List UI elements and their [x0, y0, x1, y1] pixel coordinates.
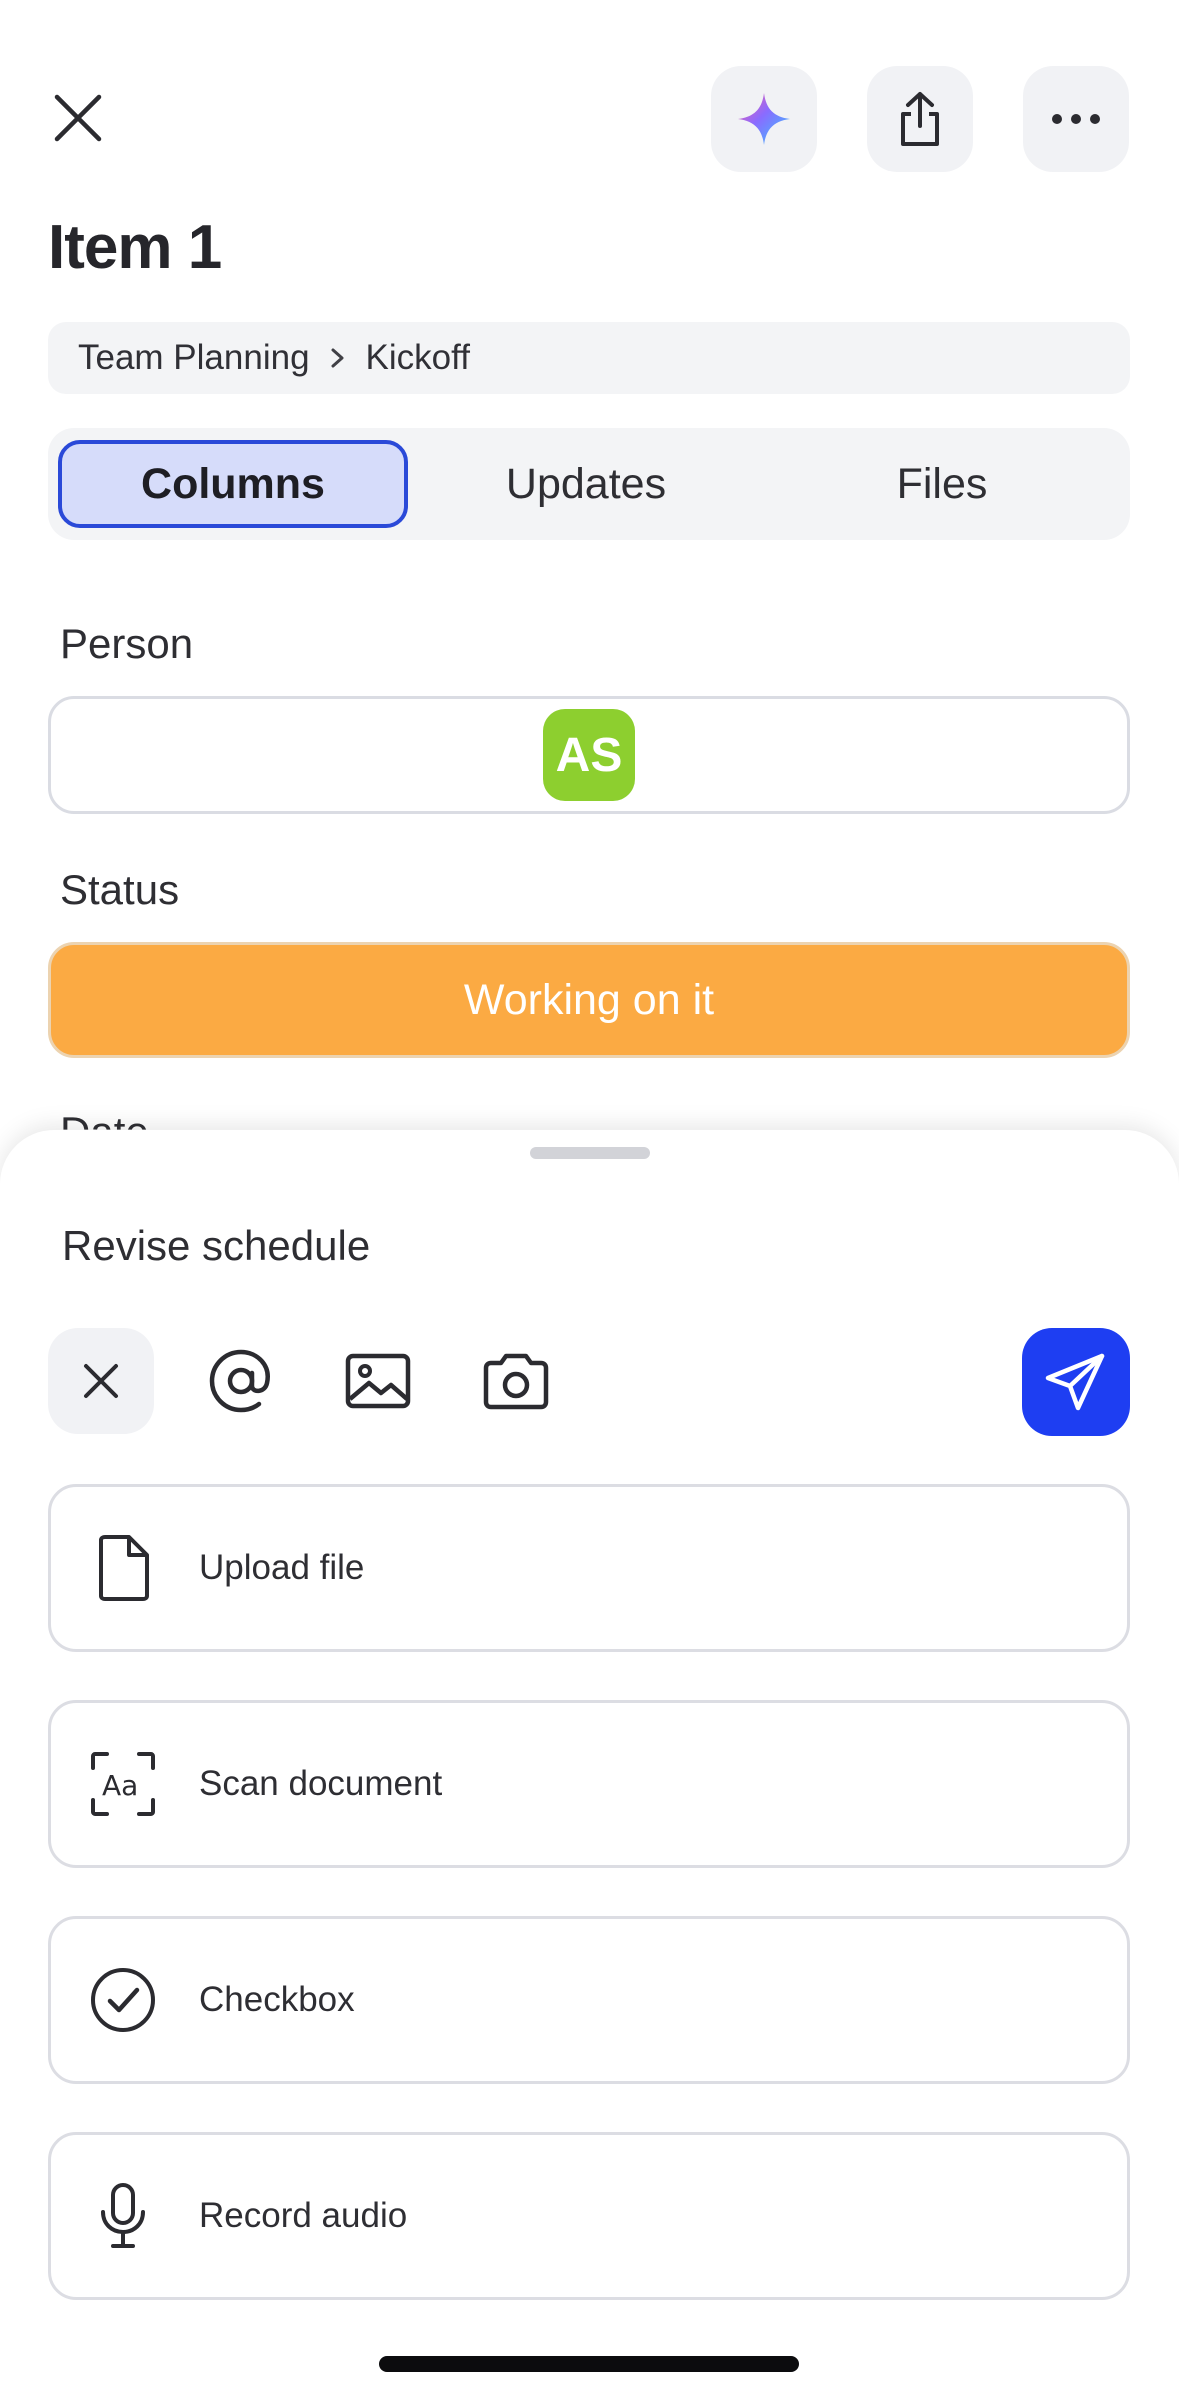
- status-label: Status: [60, 866, 180, 913]
- send-update-button[interactable]: [1022, 1328, 1130, 1436]
- option-label: Scan document: [199, 1764, 443, 1803]
- checkbox-icon: [87, 1964, 159, 2036]
- scan-document-option[interactable]: Aa Scan document: [48, 1700, 1130, 1868]
- option-label: Upload file: [199, 1548, 365, 1587]
- breadcrumb-group[interactable]: Kickoff: [366, 338, 470, 378]
- person-field[interactable]: AS: [48, 696, 1130, 814]
- scan-document-icon: Aa: [87, 1748, 159, 1820]
- microphone-icon: [87, 2180, 159, 2252]
- person-label: Person: [60, 620, 194, 667]
- tab-updates[interactable]: Updates: [408, 440, 764, 528]
- upload-file-option[interactable]: Upload file: [48, 1484, 1130, 1652]
- breadcrumb: Team Planning Kickoff: [48, 322, 1130, 394]
- option-label: Record audio: [199, 2196, 408, 2235]
- image-icon: [345, 1353, 411, 1409]
- status-field[interactable]: Working on it: [48, 942, 1130, 1058]
- image-button[interactable]: [325, 1328, 431, 1434]
- share-icon: [901, 92, 939, 146]
- camera-button[interactable]: [463, 1328, 569, 1434]
- item-title: Item 1: [48, 213, 222, 282]
- tab-files[interactable]: Files: [764, 440, 1120, 528]
- avatar[interactable]: AS: [543, 709, 635, 801]
- close-button[interactable]: [28, 68, 128, 168]
- update-input[interactable]: Revise schedule: [62, 1222, 370, 1270]
- home-indicator[interactable]: [379, 2356, 799, 2372]
- more-options-button[interactable]: [1023, 66, 1129, 172]
- close-icon: [84, 1364, 118, 1398]
- mention-icon: [209, 1349, 270, 1413]
- tab-columns[interactable]: Columns: [58, 440, 408, 528]
- more-horizontal-icon: [1052, 114, 1100, 124]
- mention-button[interactable]: [188, 1328, 294, 1434]
- file-icon: [87, 1532, 159, 1604]
- camera-icon: [483, 1353, 549, 1410]
- sparkle-icon: [738, 93, 790, 145]
- dismiss-attachments-button[interactable]: [48, 1328, 154, 1434]
- record-audio-option[interactable]: Record audio: [48, 2132, 1130, 2300]
- sheet-grabber[interactable]: [530, 1147, 650, 1159]
- view-tabs: Columns Updates Files: [48, 428, 1130, 540]
- share-button[interactable]: [867, 66, 973, 172]
- chevron-right-icon: [330, 347, 346, 369]
- checkbox-option[interactable]: Checkbox: [48, 1916, 1130, 2084]
- send-icon: [1045, 1353, 1105, 1411]
- breadcrumb-board[interactable]: Team Planning: [78, 338, 310, 378]
- ai-assistant-button[interactable]: [711, 66, 817, 172]
- option-label: Checkbox: [199, 1980, 355, 2019]
- close-icon: [54, 94, 102, 142]
- svg-text:Aa: Aa: [102, 1769, 138, 1802]
